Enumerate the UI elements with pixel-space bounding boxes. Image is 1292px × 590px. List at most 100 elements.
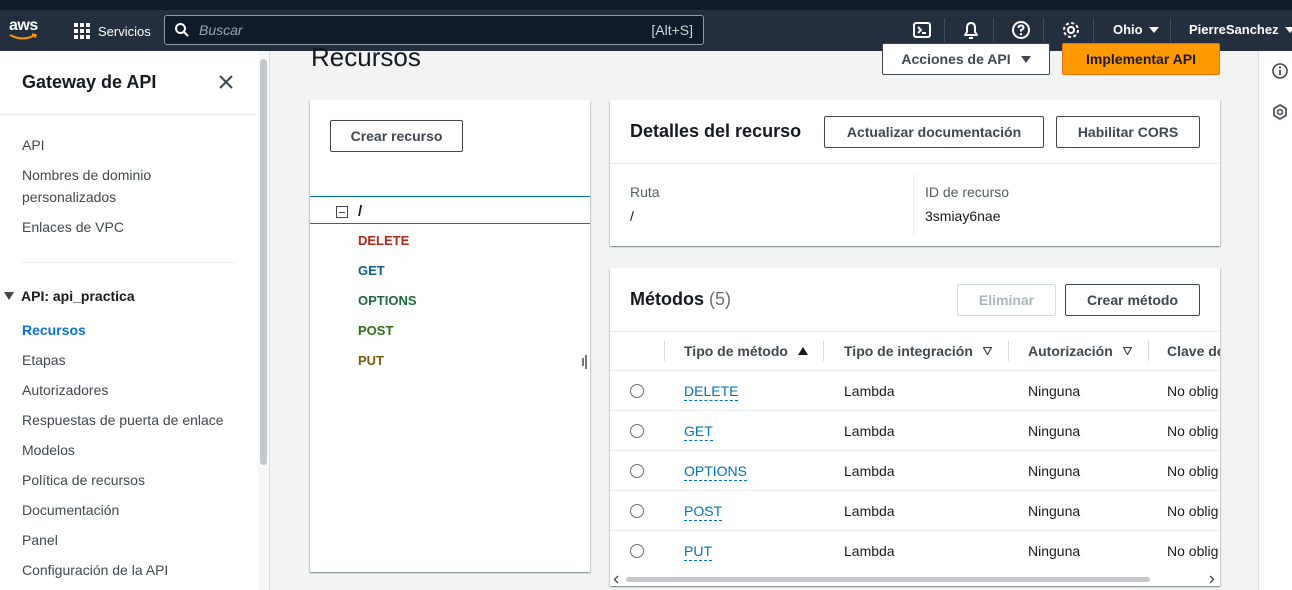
- path-value: /: [630, 208, 634, 224]
- integration-cell: Lambda: [844, 423, 895, 439]
- chevron-right-icon[interactable]: [1209, 575, 1215, 584]
- row-select-radio[interactable]: [630, 384, 644, 398]
- authorization-cell: Ninguna: [1028, 503, 1081, 519]
- column-header-api-key[interactable]: Clave de: [1167, 343, 1220, 359]
- row-select-radio[interactable]: [630, 504, 644, 518]
- tree-method-put[interactable]: PUT: [358, 353, 384, 368]
- scrollbar-thumb[interactable]: [626, 577, 1150, 582]
- delete-method-button[interactable]: Eliminar: [957, 284, 1056, 316]
- column-header-method-type[interactable]: Tipo de método: [684, 343, 808, 359]
- divider: [993, 18, 994, 42]
- methods-title-text: Métodos: [630, 289, 704, 309]
- authorization-cell: Ninguna: [1028, 543, 1081, 559]
- info-icon[interactable]: [1272, 63, 1288, 79]
- tree-method-get[interactable]: GET: [358, 263, 385, 278]
- divider: [913, 174, 914, 236]
- update-documentation-button[interactable]: Actualizar documentación: [824, 116, 1044, 148]
- table-horizontal-scrollbar[interactable]: [610, 573, 1220, 586]
- bell-icon[interactable]: [961, 20, 981, 40]
- resource-id-label: ID de recurso: [925, 184, 1010, 200]
- path-label: Ruta: [630, 184, 660, 200]
- method-link-options[interactable]: OPTIONS: [684, 463, 748, 481]
- scrollbar-thumb[interactable]: [260, 59, 267, 465]
- sidebar-item-resources[interactable]: Recursos: [22, 319, 86, 341]
- tree-method-options[interactable]: OPTIONS: [358, 293, 417, 308]
- column-separator: [1008, 341, 1009, 361]
- shield-icon[interactable]: [1272, 104, 1288, 120]
- deploy-api-button[interactable]: Implementar API: [1062, 43, 1220, 75]
- resize-handle-icon[interactable]: [582, 355, 588, 369]
- search-box[interactable]: [Alt+S]: [164, 15, 704, 45]
- api-key-cell: No oblig: [1167, 423, 1219, 439]
- sidebar-item-documentation[interactable]: Documentación: [22, 499, 119, 521]
- tree-method-delete[interactable]: DELETE: [358, 233, 409, 248]
- sidebar-item-resource-policy[interactable]: Política de recursos: [22, 469, 145, 491]
- search-icon: [175, 23, 189, 37]
- selection-border-top: [310, 196, 590, 197]
- integration-cell: Lambda: [844, 383, 895, 399]
- button-label: Acciones de API: [901, 51, 1011, 67]
- sort-icon: [1122, 347, 1132, 355]
- sidebar-item-stages[interactable]: Etapas: [22, 349, 66, 371]
- column-separator: [823, 341, 824, 361]
- sidebar-item-api-settings[interactable]: Configuración de la API: [22, 559, 168, 581]
- column-header-integration-type[interactable]: Tipo de integración: [844, 343, 992, 359]
- method-link-get[interactable]: GET: [684, 423, 713, 441]
- sort-icon: [982, 347, 992, 355]
- row-divider: [610, 450, 1220, 451]
- integration-cell: Lambda: [844, 463, 895, 479]
- page-title: Recursos: [311, 42, 421, 72]
- api-actions-button[interactable]: Acciones de API: [882, 43, 1050, 75]
- cloudshell-icon[interactable]: [912, 20, 932, 40]
- sidebar-item-dashboard[interactable]: Panel: [22, 529, 58, 551]
- details-title: Detalles del recurso: [630, 121, 802, 141]
- row-divider: [610, 530, 1220, 531]
- column-label: Autorización: [1028, 343, 1113, 359]
- divider: [22, 262, 235, 263]
- column-header-authorization[interactable]: Autorización: [1028, 343, 1132, 359]
- sidebar-item-custom-domains[interactable]: Nombres de dominio personalizados: [22, 164, 192, 208]
- column-label: Tipo de integración: [844, 343, 973, 359]
- create-method-button[interactable]: Crear método: [1065, 284, 1200, 316]
- sidebar-item-models[interactable]: Modelos: [22, 439, 75, 461]
- method-link-put[interactable]: PUT: [684, 543, 712, 561]
- help-icon[interactable]: [1011, 20, 1031, 40]
- sidebar-item-authorizers[interactable]: Autorizadores: [22, 379, 108, 401]
- gear-icon[interactable]: [1061, 20, 1081, 40]
- close-icon[interactable]: [217, 73, 235, 91]
- row-select-radio[interactable]: [630, 464, 644, 478]
- sidebar-item-api[interactable]: API: [22, 134, 45, 156]
- create-resource-button[interactable]: Crear recurso: [330, 120, 463, 152]
- enable-cors-button[interactable]: Habilitar CORS: [1056, 116, 1200, 148]
- sidebar-scrollbar[interactable]: [258, 51, 270, 590]
- region-selector[interactable]: Ohio: [1113, 22, 1159, 37]
- search-input[interactable]: [199, 22, 652, 38]
- integration-cell: Lambda: [844, 503, 895, 519]
- caret-down-icon: [1020, 55, 1031, 63]
- divider: [0, 114, 258, 115]
- aws-logo[interactable]: aws: [8, 17, 42, 44]
- caret-down-icon: [4, 292, 14, 300]
- services-menu[interactable]: Servicios: [74, 20, 151, 42]
- row-select-radio[interactable]: [630, 544, 644, 558]
- chevron-left-icon[interactable]: [613, 575, 619, 584]
- methods-panel: Métodos (5) Eliminar Crear método Tipo d…: [610, 268, 1220, 586]
- tree-root-node[interactable]: /: [336, 203, 362, 220]
- collapse-icon[interactable]: [336, 205, 348, 218]
- divider: [1170, 18, 1171, 42]
- methods-count: (5): [709, 289, 732, 309]
- user-menu[interactable]: PierreSanchez: [1189, 22, 1292, 37]
- tree-method-post[interactable]: POST: [358, 323, 393, 338]
- sidebar-item-vpc-links[interactable]: Enlaces de VPC: [22, 216, 124, 238]
- row-divider: [610, 490, 1220, 491]
- sidebar-item-gateway-responses[interactable]: Respuestas de puerta de enlace: [22, 409, 224, 431]
- column-label: Tipo de método: [684, 343, 788, 359]
- services-grid-icon: [74, 23, 90, 39]
- sidebar-section-api[interactable]: API: api_practica: [4, 288, 135, 304]
- integration-cell: Lambda: [844, 543, 895, 559]
- method-link-post[interactable]: POST: [684, 503, 723, 521]
- methods-title: Métodos (5): [630, 289, 731, 310]
- divider: [610, 370, 1220, 371]
- row-select-radio[interactable]: [630, 424, 644, 438]
- method-link-delete[interactable]: DELETE: [684, 383, 739, 401]
